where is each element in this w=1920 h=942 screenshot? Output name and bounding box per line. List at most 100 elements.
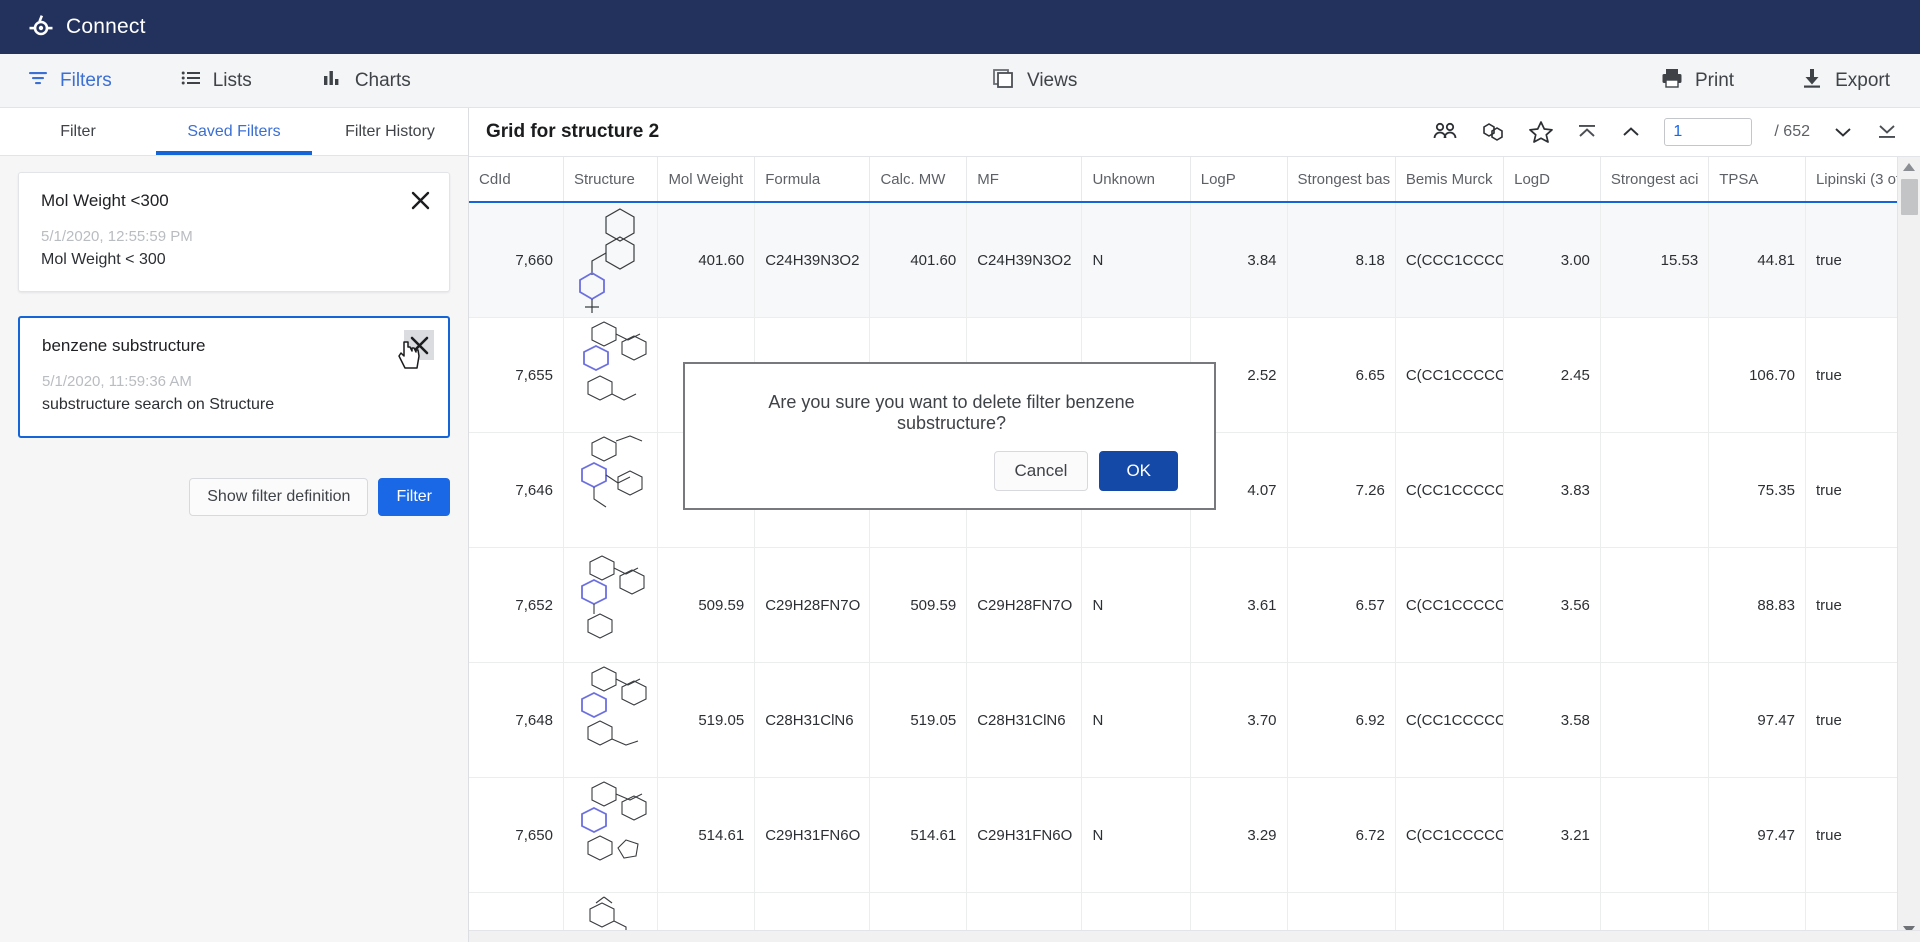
cell-mf[interactable]: C28H31ClN6	[967, 663, 1082, 778]
saved-filter-card[interactable]: Mol Weight <300 5/1/2020, 12:55:59 PM Mo…	[18, 172, 450, 292]
cell-structure-image[interactable]	[563, 778, 657, 893]
cell-strongest-acid[interactable]	[1600, 548, 1708, 663]
cell-strongest-base[interactable]: 6.57	[1287, 548, 1395, 663]
cell-strongest-acid[interactable]	[1600, 433, 1708, 548]
cell-unknown[interactable]: N	[1082, 663, 1190, 778]
cell-strongest-base[interactable]: 8.18	[1287, 202, 1395, 318]
cell-calc-mw[interactable]: 519.05	[870, 663, 967, 778]
cell-logd[interactable]: 3.56	[1504, 548, 1601, 663]
menu-item-views[interactable]: Views	[988, 54, 1081, 107]
menu-item-charts[interactable]: Charts	[318, 54, 415, 107]
cell-structure-image[interactable]	[563, 433, 657, 548]
cell-lipinski[interactable]: true	[1805, 433, 1903, 548]
ok-button[interactable]: OK	[1099, 451, 1178, 491]
filter-button[interactable]: Filter	[378, 478, 450, 516]
previous-page-icon[interactable]	[1620, 121, 1642, 143]
cell-mf[interactable]: C24H39N3O2	[967, 202, 1082, 318]
column-header-structure[interactable]: Structure	[563, 157, 657, 202]
cell-bemis-murcko[interactable]: C(CC1CCCCC	[1395, 663, 1503, 778]
cell-strongest-acid[interactable]: 15.53	[1600, 202, 1708, 318]
cell-structure-image[interactable]	[563, 548, 657, 663]
cell-tpsa[interactable]: 75.35	[1709, 433, 1806, 548]
column-header-unknown[interactable]: Unknown	[1082, 157, 1190, 202]
saved-filter-card[interactable]: benzene substructure 5/1/2020, 11:59:36 …	[18, 316, 450, 438]
cell-bemis-murcko[interactable]: C(CC1CCCCC	[1395, 778, 1503, 893]
menu-item-lists[interactable]: Lists	[176, 54, 256, 107]
cell-strongest-acid[interactable]	[1600, 663, 1708, 778]
column-header-logp[interactable]: LogP	[1190, 157, 1287, 202]
table-row[interactable]: 7,650514.61C29H31FN6O514.61C29H31FN6ON3.…	[469, 778, 1904, 893]
cell-structure-image[interactable]	[563, 202, 657, 318]
cell-strongest-acid[interactable]	[1600, 778, 1708, 893]
first-page-icon[interactable]	[1576, 121, 1598, 143]
table-row[interactable]: 7,652509.59C29H28FN7O509.59C29H28FN7ON3.…	[469, 548, 1904, 663]
cell-cdid[interactable]: 7,650	[469, 778, 563, 893]
tab-saved-filters[interactable]: Saved Filters	[156, 108, 312, 155]
menu-item-export[interactable]: Export	[1796, 66, 1894, 95]
scroll-up-arrow-icon[interactable]	[1898, 157, 1920, 177]
cell-logd[interactable]: 3.83	[1504, 433, 1601, 548]
molecule-icon[interactable]	[1480, 120, 1506, 144]
cell-unknown[interactable]: N	[1082, 548, 1190, 663]
cell-strongest-base[interactable]: 6.92	[1287, 663, 1395, 778]
cell-logd[interactable]: 3.58	[1504, 663, 1601, 778]
cell-mol-weight[interactable]: 519.05	[658, 663, 755, 778]
people-icon[interactable]	[1432, 121, 1458, 143]
horizontal-scrollbar[interactable]	[469, 930, 1920, 942]
column-header-tpsa[interactable]: TPSA	[1709, 157, 1806, 202]
column-header-strongest-acid[interactable]: Strongest aci	[1600, 157, 1708, 202]
cell-unknown[interactable]: N	[1082, 778, 1190, 893]
cell-mf[interactable]: C29H28FN7O	[967, 548, 1082, 663]
cell-cdid[interactable]: 7,660	[469, 202, 563, 318]
cell-calc-mw[interactable]: 401.60	[870, 202, 967, 318]
cell-logp[interactable]: 3.84	[1190, 202, 1287, 318]
vertical-scrollbar[interactable]	[1897, 157, 1920, 942]
cell-tpsa[interactable]: 106.70	[1709, 318, 1806, 433]
cell-cdid[interactable]: 7,652	[469, 548, 563, 663]
column-header-lipinski[interactable]: Lipinski (3 of	[1805, 157, 1903, 202]
cell-lipinski[interactable]: true	[1805, 548, 1903, 663]
cell-calc-mw[interactable]: 509.59	[870, 548, 967, 663]
column-header-mf[interactable]: MF	[967, 157, 1082, 202]
cell-mol-weight[interactable]: 514.61	[658, 778, 755, 893]
column-header-formula[interactable]: Formula	[755, 157, 870, 202]
column-header-cdid[interactable]: CdId	[469, 157, 563, 202]
cell-lipinski[interactable]: true	[1805, 202, 1903, 318]
cell-lipinski[interactable]: true	[1805, 663, 1903, 778]
column-header-mol-weight[interactable]: Mol Weight	[658, 157, 755, 202]
cell-bemis-murcko[interactable]: C(CCC1CCCC	[1395, 202, 1503, 318]
cell-logp[interactable]: 3.61	[1190, 548, 1287, 663]
cell-lipinski[interactable]: true	[1805, 318, 1903, 433]
delete-saved-filter-icon[interactable]	[404, 330, 434, 360]
next-page-icon[interactable]	[1832, 121, 1854, 143]
cell-formula[interactable]: C24H39N3O2	[755, 202, 870, 318]
grid-scroll-area[interactable]: CdId Structure Mol Weight Formula Calc. …	[469, 157, 1920, 942]
tab-filter-history[interactable]: Filter History	[312, 108, 468, 155]
cell-calc-mw[interactable]: 514.61	[870, 778, 967, 893]
cell-bemis-murcko[interactable]: C(CC1CCCCC	[1395, 318, 1503, 433]
cell-mol-weight[interactable]: 401.60	[658, 202, 755, 318]
cell-unknown[interactable]: N	[1082, 202, 1190, 318]
cell-logd[interactable]: 2.45	[1504, 318, 1601, 433]
column-header-bemis-murcko[interactable]: Bemis Murck	[1395, 157, 1503, 202]
tab-filter[interactable]: Filter	[0, 108, 156, 155]
table-row[interactable]: 7,648519.05C28H31ClN6519.05C28H31ClN6N3.…	[469, 663, 1904, 778]
cell-tpsa[interactable]: 97.47	[1709, 663, 1806, 778]
cell-cdid[interactable]: 7,648	[469, 663, 563, 778]
cell-tpsa[interactable]: 88.83	[1709, 548, 1806, 663]
table-row[interactable]: 7,660401.60C24H39N3O2401.60C24H39N3O2N3.…	[469, 202, 1904, 318]
cell-logp[interactable]: 3.29	[1190, 778, 1287, 893]
last-page-icon[interactable]	[1876, 121, 1898, 143]
star-icon[interactable]	[1528, 120, 1554, 144]
cell-structure-image[interactable]	[563, 318, 657, 433]
cell-logd[interactable]: 3.21	[1504, 778, 1601, 893]
cell-lipinski[interactable]: true	[1805, 778, 1903, 893]
cancel-button[interactable]: Cancel	[994, 451, 1089, 491]
cell-bemis-murcko[interactable]: C(CC1CCCCC	[1395, 548, 1503, 663]
delete-saved-filter-icon[interactable]	[405, 185, 435, 215]
cell-tpsa[interactable]: 97.47	[1709, 778, 1806, 893]
show-filter-definition-button[interactable]: Show filter definition	[189, 478, 368, 516]
cell-strongest-acid[interactable]	[1600, 318, 1708, 433]
cell-bemis-murcko[interactable]: C(CC1CCCCC	[1395, 433, 1503, 548]
menu-item-print[interactable]: Print	[1656, 66, 1738, 95]
